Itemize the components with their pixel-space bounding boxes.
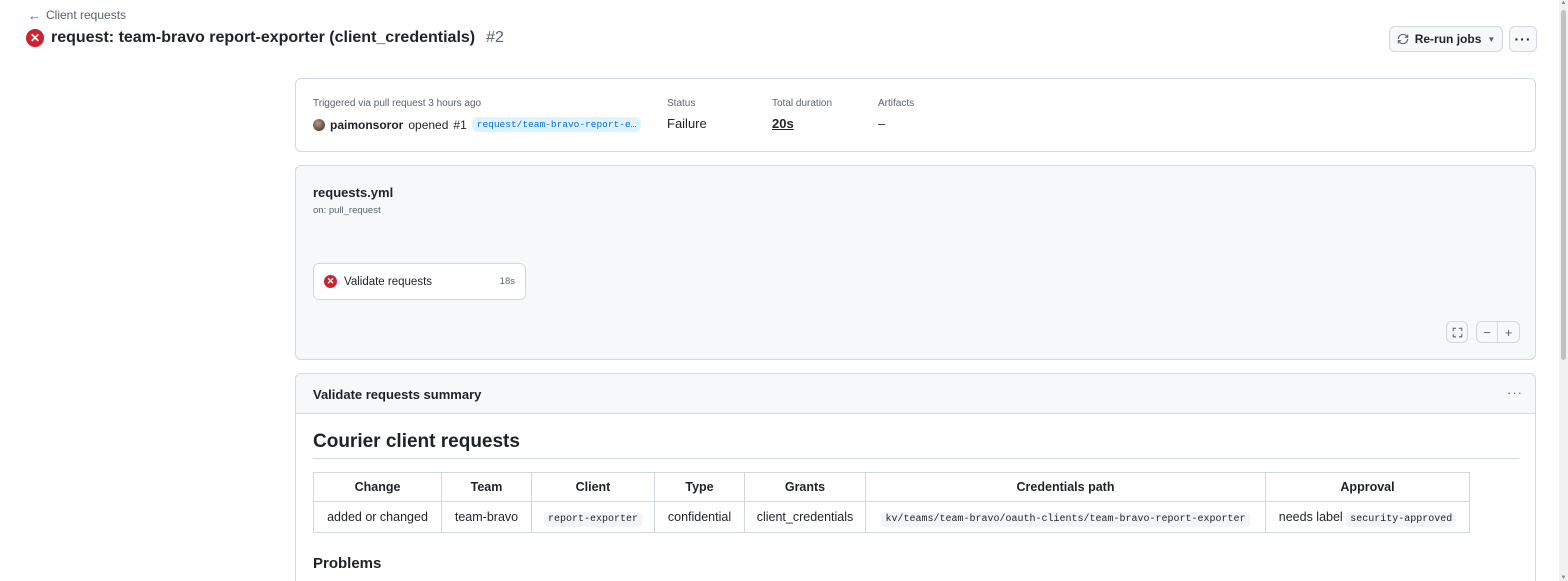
zoom-controls: − +: [1476, 321, 1520, 343]
back-link[interactable]: ← Client requests: [28, 8, 126, 22]
cell-type: confidential: [654, 501, 745, 533]
artifacts-value: –: [878, 116, 886, 131]
arrow-left-icon: ←: [28, 7, 41, 23]
workflow-file-name: requests.yml: [313, 185, 394, 200]
cell-path: kv/teams/team-bravo/oauth-clients/team-b…: [865, 501, 1266, 533]
duration-label: Total duration: [772, 98, 833, 109]
run-summary-card: Triggered via pull request 3 hours ago p…: [295, 78, 1536, 152]
zoom-out-button[interactable]: −: [1476, 321, 1498, 343]
cell-grants: client_credentials: [744, 501, 866, 533]
status-label: Status: [667, 98, 696, 109]
problems-heading: Problems: [313, 555, 382, 572]
workflow-trigger: on: pull_request: [313, 205, 381, 216]
requests-table: Change Team Client Type Grants Credentia…: [313, 472, 1470, 533]
back-link-label: Client requests: [46, 8, 127, 22]
opened-text: opened: [408, 117, 449, 132]
failure-icon: ✕: [324, 275, 337, 288]
heading-divider: [313, 458, 1519, 459]
rerun-jobs-button[interactable]: Re-run jobs ▼: [1389, 26, 1503, 52]
approval-label-code: security-approved: [1346, 511, 1457, 527]
column-header: Grants: [744, 472, 866, 502]
kebab-icon[interactable]: ···: [1507, 385, 1523, 400]
scroll-up-icon[interactable]: ▲: [1559, 0, 1568, 6]
job-summary-card: Validate requests summary ··· Courier cl…: [295, 373, 1536, 581]
scrollbar-thumb[interactable]: [1561, 10, 1566, 360]
job-summary-header: Validate requests summary ···: [296, 374, 1535, 414]
run-title-row: ✕ request: team-bravo report-exporter (c…: [26, 29, 504, 47]
rerun-jobs-label: Re-run jobs: [1414, 32, 1482, 46]
job-summary-title: Validate requests summary: [313, 387, 482, 402]
scroll-down-icon[interactable]: ▼: [1559, 575, 1568, 581]
column-header: Team: [441, 472, 532, 502]
avatar[interactable]: [313, 118, 325, 131]
summary-heading: Courier client requests: [313, 431, 520, 452]
trigger-text: Triggered via pull request 3 hours ago: [313, 98, 482, 109]
fullscreen-button[interactable]: [1446, 321, 1468, 343]
pull-request-link[interactable]: #1: [453, 118, 466, 132]
column-header: Credentials path: [865, 472, 1266, 502]
cell-approval: needs label security-approved: [1265, 501, 1470, 533]
sync-icon: [1397, 33, 1408, 45]
failure-icon: ✕: [26, 29, 44, 47]
column-header: Client: [531, 472, 655, 502]
column-header: Change: [313, 472, 442, 502]
zoom-in-button[interactable]: +: [1498, 321, 1520, 343]
job-name: Validate requests: [344, 275, 433, 288]
job-validate-requests[interactable]: ✕ Validate requests 18s: [313, 263, 526, 300]
run-title: request: team-bravo report-exporter (cli…: [51, 29, 476, 46]
trigger-row: paimonsoror opened #1 request/team-bravo…: [313, 117, 642, 132]
table-row: added or changed team-bravo report-expor…: [313, 501, 1470, 533]
client-code: report-exporter: [543, 511, 642, 527]
run-number: #2: [486, 29, 504, 46]
artifacts-label: Artifacts: [878, 98, 915, 109]
minus-icon: −: [1483, 324, 1491, 340]
actor-link[interactable]: paimonsoror: [330, 118, 403, 132]
more-options-button[interactable]: ···: [1509, 26, 1537, 52]
caret-down-icon: ▼: [1487, 34, 1496, 44]
status-value: Failure: [667, 116, 707, 131]
plus-icon: +: [1504, 324, 1513, 340]
column-header: Type: [654, 472, 745, 502]
table-header-row: Change Team Client Type Grants Credentia…: [313, 472, 1470, 502]
path-code: kv/teams/team-bravo/oauth-clients/team-b…: [881, 511, 1250, 527]
scrollbar[interactable]: ▲ ▼: [1559, 0, 1568, 581]
workflow-graph-card: requests.yml on: pull_request ✕ Validate…: [295, 165, 1536, 360]
cell-change: added or changed: [313, 501, 442, 533]
duration-link[interactable]: 20s: [772, 116, 794, 131]
cell-client: report-exporter: [531, 501, 655, 533]
column-header: Approval: [1265, 472, 1470, 502]
job-duration: 18s: [499, 276, 515, 287]
cell-team: team-bravo: [441, 501, 532, 533]
approval-text: needs label: [1278, 509, 1343, 524]
fullscreen-icon: [1452, 327, 1462, 337]
branch-tag[interactable]: request/team-bravo-report-e…: [471, 117, 642, 132]
